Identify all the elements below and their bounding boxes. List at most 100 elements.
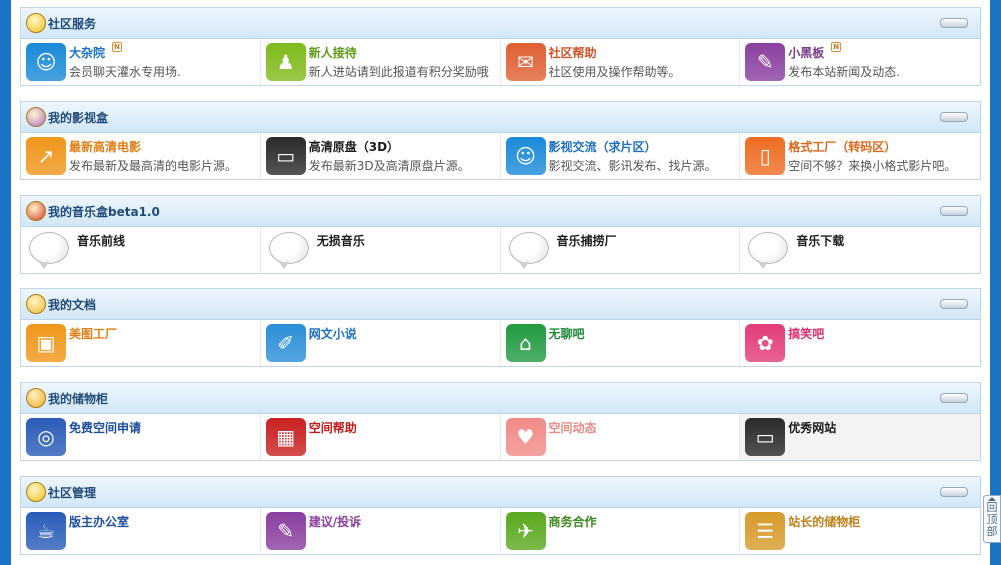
forum-title-link[interactable]: 高清原盘（3D）	[309, 140, 399, 154]
forum-title-link[interactable]: 最新高清电影	[69, 140, 141, 154]
forum-title-link[interactable]: 新人接待	[309, 46, 357, 60]
person-icon[interactable]: ♟	[265, 43, 306, 81]
paint-palette-icon[interactable]: ✿	[745, 324, 786, 362]
collapse-toggle-button[interactable]	[940, 487, 968, 497]
chat-bubbles-icon[interactable]: ✉	[505, 43, 546, 81]
balloons-icon	[26, 201, 46, 221]
forum-title-link[interactable]: 商务合作	[549, 515, 597, 529]
forum-title-link[interactable]: 版主办公室	[69, 515, 129, 529]
monitor-icon[interactable]: ▭	[265, 137, 306, 175]
forum-item[interactable]: ▦ 空间帮助	[261, 414, 501, 460]
people-icon[interactable]: ☺	[26, 43, 66, 81]
collapse-toggle-button[interactable]	[940, 393, 968, 403]
forum-item[interactable]: ▣ 美图工厂	[21, 320, 261, 366]
heart-icon[interactable]: ♥	[505, 418, 546, 456]
forum-title-link[interactable]: 音乐捕捞厂	[557, 234, 617, 248]
forum-item[interactable]: 音乐下载	[740, 227, 980, 273]
forum-title-link[interactable]: 网文小说	[309, 327, 357, 341]
forum-item[interactable]: ◎ 免费空间申请	[21, 414, 261, 460]
speech-bubble-icon[interactable]	[29, 232, 69, 264]
forum-item[interactable]: ✿ 搞笑吧	[740, 320, 980, 366]
forum-item[interactable]: 音乐前线	[21, 227, 261, 273]
forum-title-link[interactable]: 格式工厂（转码区）	[788, 140, 896, 154]
forum-item[interactable]: 无损音乐	[261, 227, 501, 273]
forum-title-link[interactable]: 无损音乐	[317, 234, 365, 248]
speech-bubble-icon[interactable]	[508, 232, 549, 264]
section-header: 社区服务	[21, 8, 980, 39]
cabinet-icon[interactable]: ☰	[745, 512, 786, 550]
collapse-toggle-button[interactable]	[940, 18, 968, 28]
bird-icon[interactable]: ✈	[505, 512, 546, 550]
forum-item[interactable]: ☰ 站长的储物柜	[740, 508, 980, 554]
pencil-icon[interactable]: ✎	[265, 512, 306, 550]
chart-icon[interactable]: ↗	[26, 137, 66, 175]
forum-item[interactable]: ▭ 优秀网站	[740, 414, 980, 460]
forum-item[interactable]: ♟ 新人接待 新人进站请到此报道有积分奖励哦	[261, 39, 501, 85]
forum-title-link[interactable]: 搞笑吧	[788, 327, 824, 341]
forum-item[interactable]: ☕ 版主办公室	[21, 508, 261, 554]
forum-description: 发布本站新闻及动态.	[788, 65, 901, 79]
forum-title-link[interactable]: 大杂院	[69, 46, 105, 60]
forum-row: 音乐前线 无损音乐 音乐捕捞厂 音乐下载	[21, 227, 980, 273]
collapse-toggle-button[interactable]	[940, 299, 968, 309]
collapse-toggle-button[interactable]	[940, 206, 968, 216]
forum-title-link[interactable]: 站长的储物柜	[788, 515, 860, 529]
globe-icon[interactable]: ◎	[26, 418, 66, 456]
palette-icon	[26, 294, 46, 314]
forum-item[interactable]: ♥ 空间动态	[501, 414, 741, 460]
people-icon[interactable]: ☺	[505, 137, 546, 175]
forum-title-link[interactable]: 建议/投诉	[309, 515, 361, 529]
forum-title-link[interactable]: 音乐前线	[77, 234, 125, 248]
forum-title: 空间帮助	[309, 419, 357, 436]
forum-item[interactable]: ☺ 大杂院 N 会员聊天灌水专用场.	[21, 39, 261, 85]
section-title[interactable]: 我的储物柜	[48, 390, 108, 407]
home-icon[interactable]: ⌂	[505, 324, 546, 362]
forum-item[interactable]: ⌂ 无聊吧	[501, 320, 741, 366]
section-title[interactable]: 我的文档	[48, 296, 96, 313]
smiley-icon	[26, 482, 46, 502]
forum-title-link[interactable]: 美图工厂	[69, 327, 117, 341]
forum-section: 我的影视盒 ↗ 最新高清电影 发布最新及最高清的电影片源。 ▭ 高清原盘（3D） 发布最新3…	[20, 101, 981, 180]
forum-item[interactable]: ▭ 高清原盘（3D） 发布最新3D及高清原盘片源。	[261, 133, 501, 179]
forum-section: 我的文档 ▣ 美图工厂 ✐ 网文小说 ⌂ 无聊吧 ✿ 搞笑吧	[20, 288, 981, 367]
section-title[interactable]: 社区管理	[48, 484, 96, 501]
forum-title-link[interactable]: 免费空间申请	[69, 421, 141, 435]
section-title[interactable]: 社区服务	[48, 15, 96, 32]
forum-item[interactable]: ✐ 网文小说	[261, 320, 501, 366]
bubble-tail	[278, 262, 289, 269]
forum-title: 美图工厂	[69, 325, 117, 342]
forum-title-link[interactable]: 空间帮助	[309, 421, 357, 435]
section-title[interactable]: 我的影视盒	[48, 109, 108, 126]
picture-icon[interactable]: ▣	[26, 324, 66, 362]
forum-title: 无聊吧	[549, 325, 585, 342]
forum-item[interactable]: ☺ 影视交流（求片区） 影视交流、影讯发布、找片源。	[501, 133, 741, 179]
forum-item[interactable]: ✉ 社区帮助社区使用及操作帮助等。	[501, 39, 741, 85]
forum-title-link[interactable]: 社区帮助	[549, 46, 597, 60]
forum-item[interactable]: ✎ 小黑板 N 发布本站新闻及动态.	[740, 39, 980, 85]
phone-icon[interactable]: ▯	[745, 137, 786, 175]
forum-item[interactable]: ✈ 商务合作	[501, 508, 741, 554]
pencil-icon[interactable]: ✎	[745, 43, 786, 81]
forum-title-link[interactable]: 优秀网站	[788, 421, 836, 435]
forum-title-link[interactable]: 音乐下载	[796, 234, 844, 248]
speech-bubble-icon[interactable]	[748, 232, 789, 264]
forum-title-link[interactable]: 空间动态	[549, 421, 597, 435]
forum-title-link[interactable]: 影视交流（求片区）	[549, 140, 657, 154]
forum-item[interactable]: 音乐捕捞厂	[501, 227, 741, 273]
coffee-cup-icon[interactable]: ☕	[26, 512, 66, 550]
forum-description: 社区使用及操作帮助等。	[548, 65, 681, 79]
forum-item[interactable]: ↗ 最新高清电影 发布最新及最高清的电影片源。	[21, 133, 261, 179]
collapse-toggle-button[interactable]	[940, 112, 968, 122]
forum-item[interactable]: ▯ 格式工厂（转码区） 空间不够？来换小格式影片吧。	[740, 133, 980, 179]
forum-title: 版主办公室	[69, 513, 129, 530]
back-to-top-button[interactable]: 回 顶 部	[983, 495, 1001, 543]
forum-title-link[interactable]: 无聊吧	[549, 327, 585, 341]
document-icon[interactable]: ✐	[265, 324, 306, 362]
forum-item[interactable]: ✎ 建议/投诉	[261, 508, 501, 554]
forum-title-link[interactable]: 小黑板	[788, 46, 824, 60]
web-icon[interactable]: ▦	[265, 418, 306, 456]
speech-bubble-icon[interactable]	[268, 232, 309, 264]
section-title[interactable]: 我的音乐盒beta1.0	[48, 203, 160, 220]
monitor-icon[interactable]: ▭	[745, 418, 786, 456]
forum-row: ↗ 最新高清电影 发布最新及最高清的电影片源。 ▭ 高清原盘（3D） 发布最新3D及高清原…	[21, 133, 980, 179]
